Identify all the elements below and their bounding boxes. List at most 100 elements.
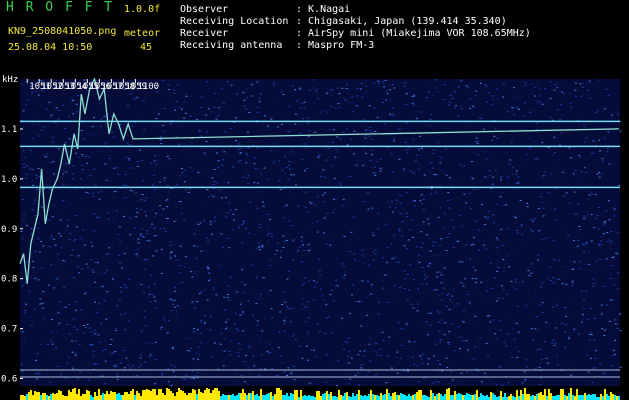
noise-speck bbox=[290, 174, 293, 176]
noise-speck bbox=[169, 123, 172, 125]
meteor-bar bbox=[138, 393, 140, 400]
noise-speck bbox=[131, 125, 134, 127]
noise-speck bbox=[145, 215, 148, 217]
noise-speck bbox=[615, 252, 618, 254]
noise-speck bbox=[292, 174, 295, 176]
noise-speck bbox=[153, 235, 156, 237]
noise-speck bbox=[449, 299, 452, 301]
meteor-bar bbox=[556, 395, 558, 400]
noise-speck bbox=[249, 346, 252, 348]
noise-speck bbox=[394, 257, 397, 259]
meteor-bar bbox=[494, 395, 496, 400]
noise-speck bbox=[525, 303, 528, 305]
noise-speck bbox=[598, 79, 601, 81]
noise-speck bbox=[205, 343, 208, 345]
noise-speck bbox=[184, 112, 187, 114]
noise-speck bbox=[92, 192, 95, 194]
meteor-bar bbox=[404, 395, 406, 400]
meteor-bar bbox=[604, 389, 606, 400]
noise-speck bbox=[587, 89, 590, 91]
noise-speck bbox=[90, 241, 92, 243]
noise-speck bbox=[213, 92, 216, 94]
noise-speck bbox=[152, 355, 154, 357]
noise-speck bbox=[532, 230, 534, 232]
meteor-bar bbox=[374, 395, 376, 400]
noise-speck bbox=[207, 240, 210, 242]
noise-speck bbox=[600, 244, 603, 246]
noise-speck bbox=[327, 316, 330, 318]
noise-speck bbox=[191, 171, 194, 173]
noise-speck bbox=[399, 357, 402, 359]
noise-speck bbox=[618, 185, 620, 186]
meteor-bar bbox=[188, 393, 190, 400]
noise-speck bbox=[405, 104, 408, 106]
noise-speck bbox=[570, 374, 573, 376]
noise-speck bbox=[197, 172, 200, 173]
noise-speck bbox=[475, 220, 478, 222]
noise-speck bbox=[532, 111, 535, 112]
noise-speck bbox=[598, 375, 601, 377]
info-antenna-value: : Maspro FM-3 bbox=[296, 40, 375, 51]
plot-area bbox=[20, 79, 620, 386]
noise-speck bbox=[334, 107, 337, 109]
noise-speck bbox=[160, 328, 162, 330]
noise-speck bbox=[436, 276, 438, 278]
noise-speck bbox=[187, 192, 190, 194]
noise-speck bbox=[337, 103, 340, 105]
noise-speck bbox=[361, 254, 364, 256]
noise-speck bbox=[514, 97, 517, 99]
noise-speck bbox=[437, 233, 440, 235]
noise-speck bbox=[310, 349, 313, 351]
noise-speck bbox=[390, 99, 393, 101]
noise-speck bbox=[125, 185, 128, 186]
noise-speck bbox=[57, 253, 60, 255]
noise-speck bbox=[514, 212, 517, 214]
noise-speck bbox=[241, 180, 244, 182]
noise-speck bbox=[502, 259, 505, 260]
meteor-bar bbox=[602, 396, 604, 400]
meteor-bar bbox=[90, 395, 92, 400]
noise-speck bbox=[31, 260, 34, 262]
noise-speck bbox=[248, 112, 251, 113]
noise-speck bbox=[439, 271, 442, 273]
noise-speck bbox=[599, 363, 602, 365]
noise-speck bbox=[296, 250, 299, 252]
noise-speck bbox=[72, 100, 75, 101]
noise-speck bbox=[430, 188, 433, 189]
noise-speck bbox=[200, 202, 203, 204]
noise-speck bbox=[374, 175, 377, 177]
noise-speck bbox=[595, 260, 598, 262]
meteor-bar bbox=[582, 395, 584, 400]
noise-speck bbox=[233, 380, 236, 382]
noise-speck bbox=[556, 364, 559, 366]
noise-speck bbox=[533, 141, 536, 143]
meteor-bar bbox=[22, 395, 24, 400]
meteor-bar bbox=[232, 394, 234, 400]
meteor-bar bbox=[588, 394, 590, 400]
noise-speck bbox=[521, 234, 524, 236]
noise-speck bbox=[427, 334, 430, 336]
noise-speck bbox=[106, 269, 108, 271]
noise-speck bbox=[395, 303, 398, 305]
noise-speck bbox=[308, 201, 311, 203]
noise-speck bbox=[496, 239, 499, 241]
noise-speck bbox=[26, 99, 29, 101]
noise-speck bbox=[98, 212, 101, 214]
noise-speck bbox=[48, 219, 51, 221]
noise-speck bbox=[549, 81, 552, 83]
noise-speck bbox=[443, 99, 446, 100]
noise-speck bbox=[388, 206, 391, 208]
noise-speck bbox=[527, 270, 530, 272]
noise-speck bbox=[515, 322, 518, 324]
noise-speck bbox=[503, 341, 506, 343]
noise-speck bbox=[37, 123, 40, 125]
noise-speck bbox=[67, 276, 70, 278]
noise-speck bbox=[489, 191, 492, 193]
noise-speck bbox=[304, 191, 307, 193]
noise-speck bbox=[220, 332, 223, 334]
noise-speck bbox=[299, 87, 302, 89]
meteor-bar bbox=[26, 394, 28, 400]
noise-speck bbox=[585, 216, 588, 218]
noise-speck bbox=[307, 359, 309, 361]
noise-speck bbox=[228, 202, 231, 204]
